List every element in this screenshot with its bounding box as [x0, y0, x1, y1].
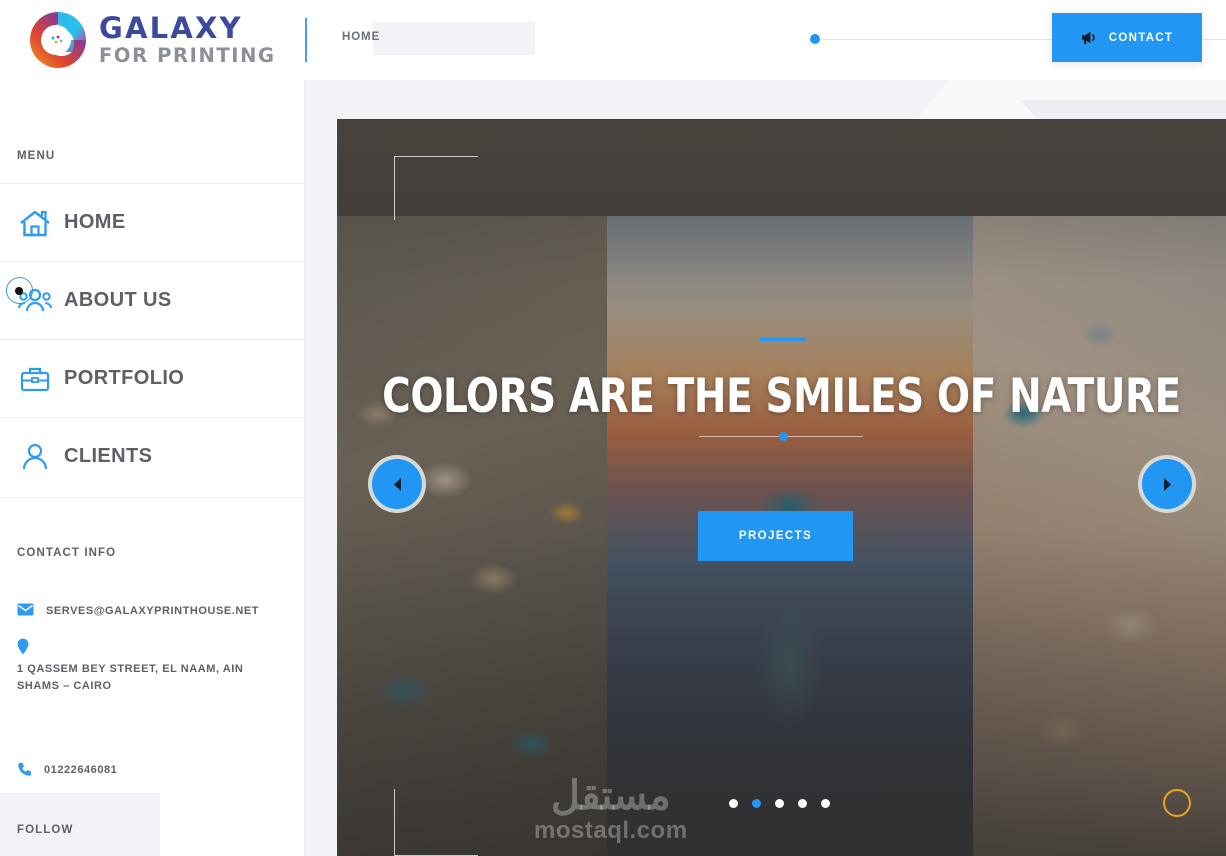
contact-button[interactable]: CONTACT — [1052, 13, 1202, 62]
sidebar-contact-info: CONTACT INFO SERVES@GALAXYPRINTHOUSE.NET… — [0, 497, 304, 844]
contact-email-row[interactable]: SERVES@GALAXYPRINTHOUSE.NET — [17, 603, 259, 620]
sidebar-item-label: HOME — [64, 211, 126, 233]
brand-subtitle: FOR PRINTING — [99, 44, 276, 67]
nav-placeholder-block — [373, 22, 535, 55]
slider-next-button[interactable] — [1138, 455, 1196, 513]
contact-email: SERVES@GALAXYPRINTHOUSE.NET — [46, 605, 260, 617]
chevron-right-icon — [1163, 477, 1171, 491]
contact-button-label: CONTACT — [1108, 31, 1174, 44]
loading-ring-icon — [1163, 789, 1191, 817]
hero-corner-bracket-top-left — [394, 156, 478, 220]
contact-phone: 01222646081 — [44, 764, 118, 776]
hero-progress-track[interactable] — [699, 432, 863, 441]
contact-info-heading: CONTACT INFO — [17, 547, 117, 559]
slider-prev-button[interactable] — [368, 455, 426, 513]
sidebar-item-label: ABOUT US — [64, 289, 172, 311]
phone-icon — [18, 763, 31, 776]
nav-progress-dot — [810, 34, 820, 44]
contact-address: 1 QASSEM BEY STREET, EL NAAM, AIN SHAMS … — [17, 663, 244, 692]
home-icon — [14, 208, 56, 238]
chevron-left-icon — [393, 477, 401, 491]
hero-dark-overlay — [337, 119, 1226, 856]
hero-accent-bar — [760, 338, 806, 341]
follow-heading: FOLLOW — [17, 824, 74, 836]
slider-dot[interactable] — [775, 799, 784, 808]
envelope-icon — [17, 603, 34, 616]
galaxy-g-logo-icon — [30, 12, 86, 68]
sidebar-item-clients[interactable]: CLIENTS — [0, 417, 304, 495]
slider-dot-active[interactable] — [752, 799, 761, 808]
slider-dot[interactable] — [729, 799, 738, 808]
hero-corner-bracket-bottom-left — [394, 789, 478, 856]
slider-dot[interactable] — [821, 799, 830, 808]
top-bar: GALAXY FOR PRINTING HOME CONTACT — [0, 0, 1226, 80]
hero-progress-knob[interactable] — [779, 432, 788, 441]
cursor-pointer-dot — [15, 287, 23, 295]
sidebar-follow-section: FOLLOW — [0, 793, 160, 856]
sidebar-item-portfolio[interactable]: PORTFOLIO — [0, 339, 304, 417]
slider-dots[interactable] — [729, 799, 830, 808]
map-pin-icon — [17, 638, 29, 655]
breadcrumb[interactable]: HOME — [342, 31, 380, 43]
briefcase-icon — [14, 365, 56, 393]
sidebar-item-home[interactable]: HOME — [0, 183, 304, 261]
brand-wordmark: GALAXY FOR PRINTING — [99, 13, 276, 68]
brand-title: GALAXY — [99, 11, 243, 45]
hero-slider: COLORS ARE THE SMILES OF NATURE PROJECTS… — [337, 119, 1226, 856]
projects-button[interactable]: PROJECTS — [698, 511, 853, 561]
sidebar-item-label: PORTFOLIO — [64, 367, 185, 389]
user-icon — [14, 442, 56, 472]
brand-logo[interactable]: GALAXY FOR PRINTING — [0, 0, 305, 80]
topbar-divider — [305, 18, 307, 62]
contact-address-row: 1 QASSEM BEY STREET, EL NAAM, AIN SHAMS … — [17, 638, 285, 695]
sidebar-menu-heading: MENU — [17, 150, 56, 162]
sidebar-item-label: CLIENTS — [64, 445, 153, 467]
slider-dot[interactable] — [798, 799, 807, 808]
sidebar: MENU HOME ABOUT US PORTFOLIO CLIENTS CON… — [0, 80, 305, 856]
contact-phone-row[interactable]: 01222646081 — [17, 762, 117, 779]
sidebar-item-about-us[interactable]: ABOUT US — [0, 261, 304, 339]
hero-headline: COLORS ARE THE SMILES OF NATURE — [382, 369, 1181, 424]
megaphone-icon — [1081, 31, 1095, 44]
